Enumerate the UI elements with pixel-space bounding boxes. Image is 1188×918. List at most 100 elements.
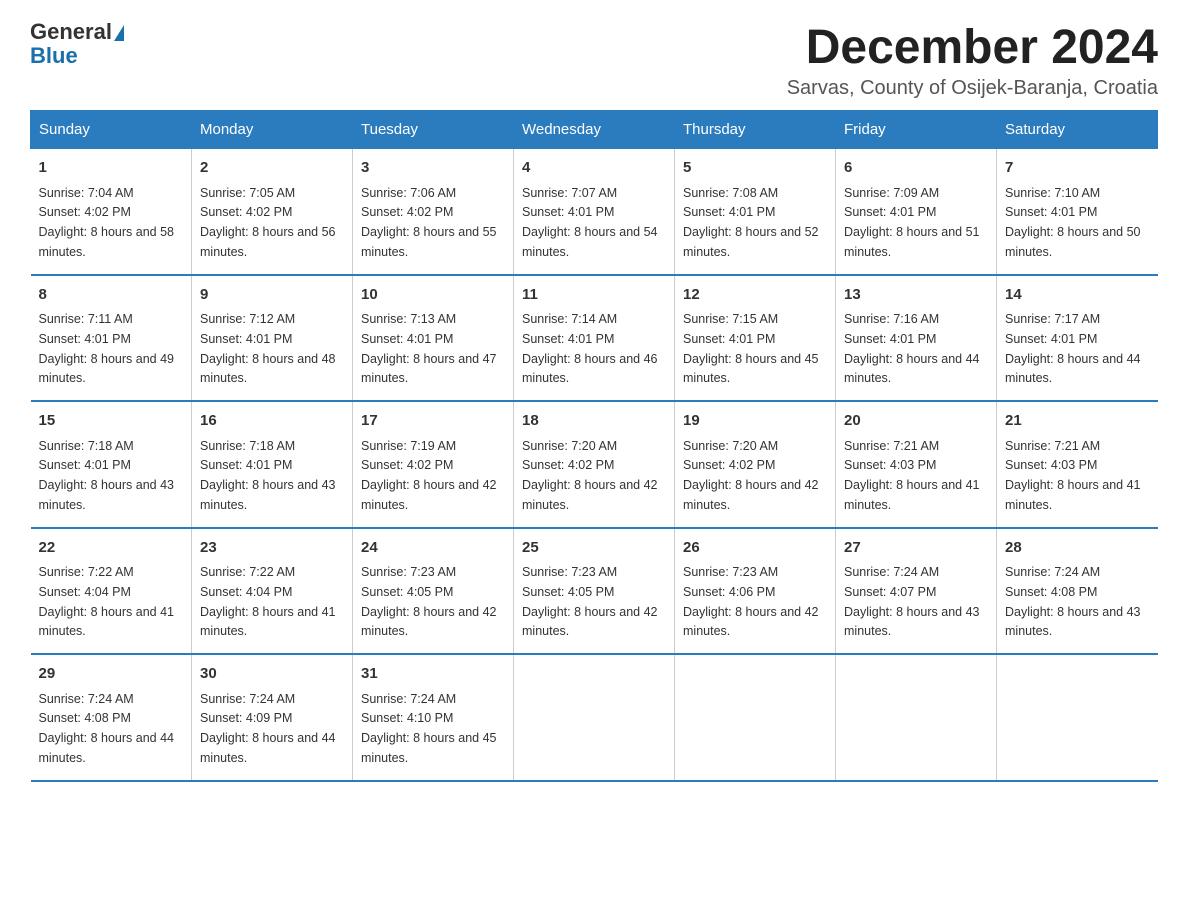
day-number: 22 (39, 537, 184, 560)
day-number: 9 (200, 284, 344, 307)
day-number: 13 (844, 284, 988, 307)
location-title: Sarvas, County of Osijek-Baranja, Croati… (787, 77, 1158, 100)
day-info: Sunrise: 7:15 AMSunset: 4:01 PMDaylight:… (683, 312, 819, 385)
logo-triangle-icon (114, 25, 124, 41)
calendar-cell: 16 Sunrise: 7:18 AMSunset: 4:01 PMDayligh… (192, 401, 353, 528)
calendar-cell: 21 Sunrise: 7:21 AMSunset: 4:03 PMDayligh… (997, 401, 1158, 528)
calendar-cell: 25 Sunrise: 7:23 AMSunset: 4:05 PMDayligh… (514, 528, 675, 655)
logo-general-text: General (30, 19, 112, 44)
day-number: 10 (361, 284, 505, 307)
calendar-cell: 1 Sunrise: 7:04 AMSunset: 4:02 PMDaylight… (31, 149, 192, 275)
day-number: 28 (1005, 537, 1150, 560)
calendar-cell: 13Sunrise: 7:16 AMSunset: 4:01 PMDayligh… (836, 275, 997, 402)
day-number: 30 (200, 663, 344, 686)
calendar-cell: 18Sunrise: 7:20 AMSunset: 4:02 PMDayligh… (514, 401, 675, 528)
calendar-table: SundayMondayTuesdayWednesdayThursdayFrid… (30, 110, 1158, 782)
day-number: 2 (200, 157, 344, 180)
day-info: Sunrise: 7:09 AMSunset: 4:01 PMDaylight:… (844, 186, 980, 259)
day-info: Sunrise: 7:24 AMSunset: 4:08 PMDaylight:… (1005, 565, 1141, 638)
col-header-monday: Monday (192, 111, 353, 149)
day-number: 26 (683, 537, 827, 560)
day-info: Sunrise: 7:04 AMSunset: 4:02 PMDaylight:… (39, 186, 175, 259)
calendar-week-row: 8Sunrise: 7:11 AMSunset: 4:01 PMDaylight… (31, 275, 1158, 402)
calendar-cell: 12 Sunrise: 7:15 AMSunset: 4:01 PMDayligh… (675, 275, 836, 402)
calendar-header-row: SundayMondayTuesdayWednesdayThursdayFrid… (31, 111, 1158, 149)
col-header-friday: Friday (836, 111, 997, 149)
day-info: Sunrise: 7:10 AMSunset: 4:01 PMDaylight:… (1005, 186, 1141, 259)
calendar-cell: 2 Sunrise: 7:05 AMSunset: 4:02 PMDaylight… (192, 149, 353, 275)
day-number: 6 (844, 157, 988, 180)
logo-blue-text: Blue (30, 44, 124, 68)
day-number: 5 (683, 157, 827, 180)
day-info: Sunrise: 7:18 AMSunset: 4:01 PMDaylight:… (200, 439, 336, 512)
day-info: Sunrise: 7:05 AMSunset: 4:02 PMDaylight:… (200, 186, 336, 259)
logo: General Blue (30, 20, 124, 68)
calendar-cell: 14 Sunrise: 7:17 AMSunset: 4:01 PMDayligh… (997, 275, 1158, 402)
day-info: Sunrise: 7:24 AMSunset: 4:09 PMDaylight:… (200, 692, 336, 765)
day-info: Sunrise: 7:14 AMSunset: 4:01 PMDaylight:… (522, 312, 658, 385)
calendar-cell: 23 Sunrise: 7:22 AMSunset: 4:04 PMDayligh… (192, 528, 353, 655)
day-info: Sunrise: 7:23 AMSunset: 4:06 PMDaylight:… (683, 565, 819, 638)
calendar-cell: 27Sunrise: 7:24 AMSunset: 4:07 PMDayligh… (836, 528, 997, 655)
calendar-cell: 10 Sunrise: 7:13 AMSunset: 4:01 PMDayligh… (353, 275, 514, 402)
calendar-week-row: 29 Sunrise: 7:24 AMSunset: 4:08 PMDayligh… (31, 654, 1158, 781)
day-info: Sunrise: 7:24 AMSunset: 4:08 PMDaylight:… (39, 692, 175, 765)
calendar-cell: 22 Sunrise: 7:22 AMSunset: 4:04 PMDayligh… (31, 528, 192, 655)
day-number: 19 (683, 410, 827, 433)
day-number: 18 (522, 410, 666, 433)
calendar-cell: 31 Sunrise: 7:24 AMSunset: 4:10 PMDayligh… (353, 654, 514, 781)
month-title: December 2024 (787, 20, 1158, 75)
calendar-cell (836, 654, 997, 781)
calendar-cell: 4 Sunrise: 7:07 AMSunset: 4:01 PMDaylight… (514, 149, 675, 275)
day-number: 23 (200, 537, 344, 560)
calendar-cell: 17 Sunrise: 7:19 AMSunset: 4:02 PMDayligh… (353, 401, 514, 528)
day-info: Sunrise: 7:23 AMSunset: 4:05 PMDaylight:… (522, 565, 658, 638)
day-info: Sunrise: 7:21 AMSunset: 4:03 PMDaylight:… (1005, 439, 1141, 512)
day-number: 14 (1005, 284, 1150, 307)
day-number: 15 (39, 410, 184, 433)
day-number: 21 (1005, 410, 1150, 433)
day-number: 20 (844, 410, 988, 433)
day-info: Sunrise: 7:07 AMSunset: 4:01 PMDaylight:… (522, 186, 658, 259)
calendar-week-row: 1 Sunrise: 7:04 AMSunset: 4:02 PMDaylight… (31, 149, 1158, 275)
calendar-cell: 20 Sunrise: 7:21 AMSunset: 4:03 PMDayligh… (836, 401, 997, 528)
day-number: 27 (844, 537, 988, 560)
col-header-saturday: Saturday (997, 111, 1158, 149)
day-info: Sunrise: 7:23 AMSunset: 4:05 PMDaylight:… (361, 565, 497, 638)
day-number: 4 (522, 157, 666, 180)
day-info: Sunrise: 7:17 AMSunset: 4:01 PMDaylight:… (1005, 312, 1141, 385)
calendar-cell: 8Sunrise: 7:11 AMSunset: 4:01 PMDaylight… (31, 275, 192, 402)
calendar-cell: 5 Sunrise: 7:08 AMSunset: 4:01 PMDaylight… (675, 149, 836, 275)
day-number: 29 (39, 663, 184, 686)
day-info: Sunrise: 7:06 AMSunset: 4:02 PMDaylight:… (361, 186, 497, 259)
day-number: 12 (683, 284, 827, 307)
day-info: Sunrise: 7:22 AMSunset: 4:04 PMDaylight:… (39, 565, 175, 638)
day-number: 3 (361, 157, 505, 180)
title-section: December 2024 Sarvas, County of Osijek-B… (787, 20, 1158, 100)
day-number: 17 (361, 410, 505, 433)
day-info: Sunrise: 7:24 AMSunset: 4:10 PMDaylight:… (361, 692, 497, 765)
day-info: Sunrise: 7:13 AMSunset: 4:01 PMDaylight:… (361, 312, 497, 385)
day-number: 31 (361, 663, 505, 686)
page-header: General Blue December 2024 Sarvas, Count… (30, 20, 1158, 100)
day-number: 1 (39, 157, 184, 180)
col-header-thursday: Thursday (675, 111, 836, 149)
day-info: Sunrise: 7:19 AMSunset: 4:02 PMDaylight:… (361, 439, 497, 512)
day-number: 25 (522, 537, 666, 560)
col-header-wednesday: Wednesday (514, 111, 675, 149)
col-header-sunday: Sunday (31, 111, 192, 149)
calendar-week-row: 15 Sunrise: 7:18 AMSunset: 4:01 PMDayligh… (31, 401, 1158, 528)
calendar-cell: 24Sunrise: 7:23 AMSunset: 4:05 PMDayligh… (353, 528, 514, 655)
calendar-cell (997, 654, 1158, 781)
day-info: Sunrise: 7:08 AMSunset: 4:01 PMDaylight:… (683, 186, 819, 259)
calendar-cell: 9Sunrise: 7:12 AMSunset: 4:01 PMDaylight… (192, 275, 353, 402)
calendar-cell (514, 654, 675, 781)
day-info: Sunrise: 7:21 AMSunset: 4:03 PMDaylight:… (844, 439, 980, 512)
day-info: Sunrise: 7:22 AMSunset: 4:04 PMDaylight:… (200, 565, 336, 638)
calendar-cell: 29 Sunrise: 7:24 AMSunset: 4:08 PMDayligh… (31, 654, 192, 781)
calendar-cell (675, 654, 836, 781)
day-number: 8 (39, 284, 184, 307)
day-info: Sunrise: 7:20 AMSunset: 4:02 PMDaylight:… (683, 439, 819, 512)
day-number: 16 (200, 410, 344, 433)
calendar-cell: 6 Sunrise: 7:09 AMSunset: 4:01 PMDaylight… (836, 149, 997, 275)
